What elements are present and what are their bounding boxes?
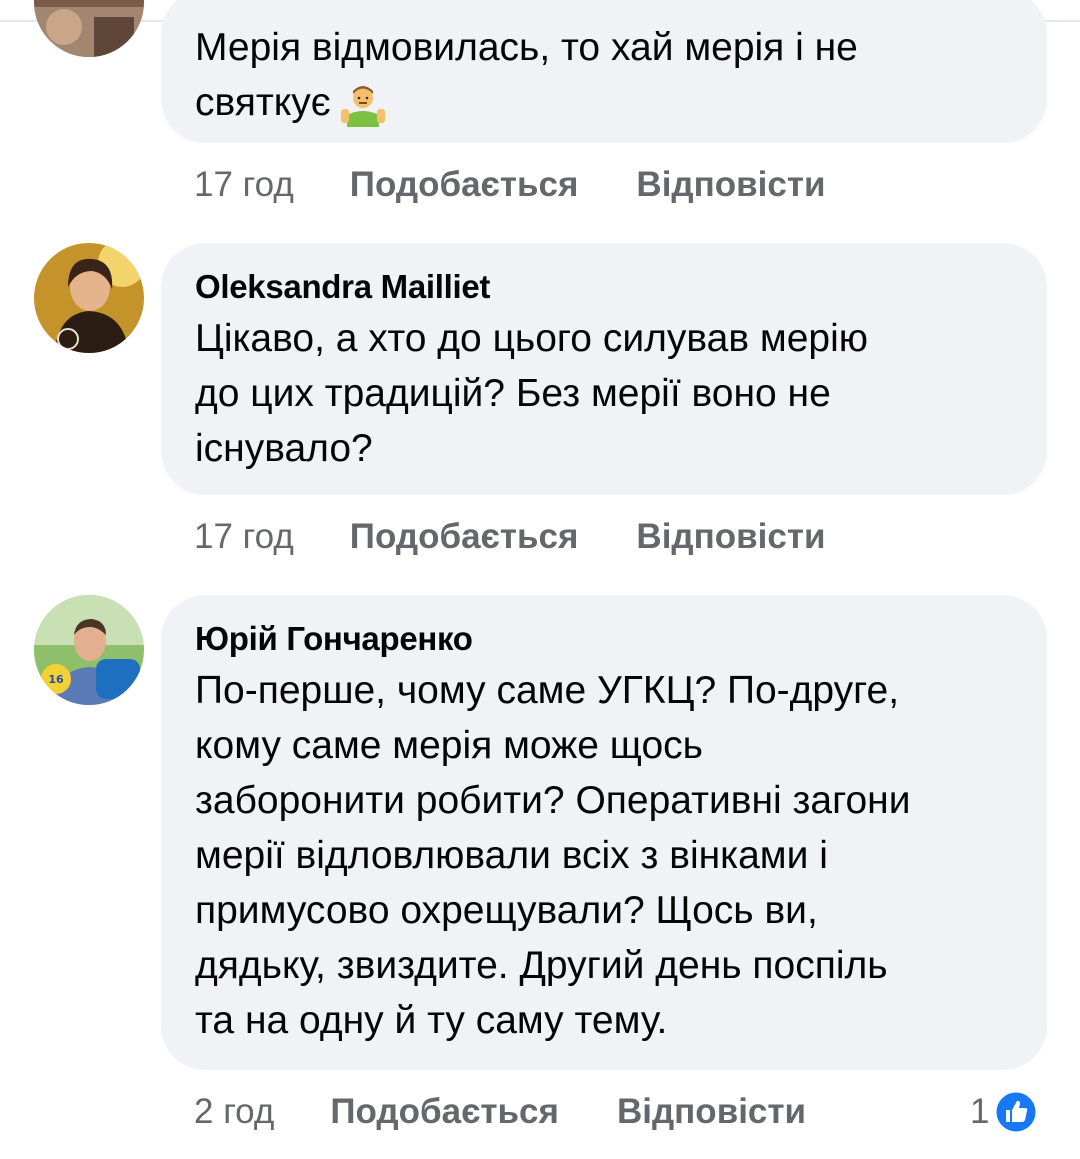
like-button[interactable]: Подобається	[330, 1092, 559, 1132]
comment-bubble: Юрій Гончаренко По-перше, чому саме УГКЦ…	[161, 595, 1047, 1070]
comment-actions: 17 год Подобається Відповісти	[194, 160, 826, 210]
like-button[interactable]: Подобається	[350, 165, 579, 205]
man-shrugging-emoji	[339, 81, 387, 129]
comment-time[interactable]: 17 год	[194, 165, 294, 205]
svg-text:16: 16	[48, 673, 64, 686]
reaction-summary[interactable]: 1	[970, 1087, 1039, 1137]
comment-text: Мерія відмовилась, то хай мерія і не свя…	[195, 20, 1013, 130]
avatar[interactable]	[34, 0, 144, 57]
comment-time[interactable]: 17 год	[194, 517, 294, 557]
comment-text: Цікаво, а хто до цього силував мерію до …	[195, 317, 868, 470]
comment-author[interactable]: Юрій Гончаренко	[195, 619, 1013, 659]
comment-time[interactable]: 2 год	[194, 1092, 274, 1132]
comment-bubble: Мерія відмовилась, то хай мерія і не свя…	[161, 0, 1047, 143]
like-icon	[993, 1089, 1039, 1135]
comment-text: По-перше, чому саме УГКЦ? По-друге, кому…	[195, 669, 911, 1042]
reaction-count: 1	[970, 1092, 990, 1131]
comment-bubble: Oleksandra Mailliet Цікаво, а хто до цьо…	[161, 243, 1047, 495]
like-button[interactable]: Подобається	[350, 517, 579, 557]
comment-actions: 2 год Подобається Відповісти	[194, 1087, 806, 1137]
comment-author[interactable]: Oleksandra Mailliet	[195, 267, 1013, 307]
comment-actions: 17 год Подобається Відповісти	[194, 512, 826, 562]
avatar[interactable]: 16	[34, 595, 144, 705]
reply-button[interactable]: Відповісти	[636, 517, 825, 557]
reply-button[interactable]: Відповісти	[636, 165, 825, 205]
reply-button[interactable]: Відповісти	[617, 1092, 806, 1132]
avatar[interactable]	[34, 243, 144, 353]
